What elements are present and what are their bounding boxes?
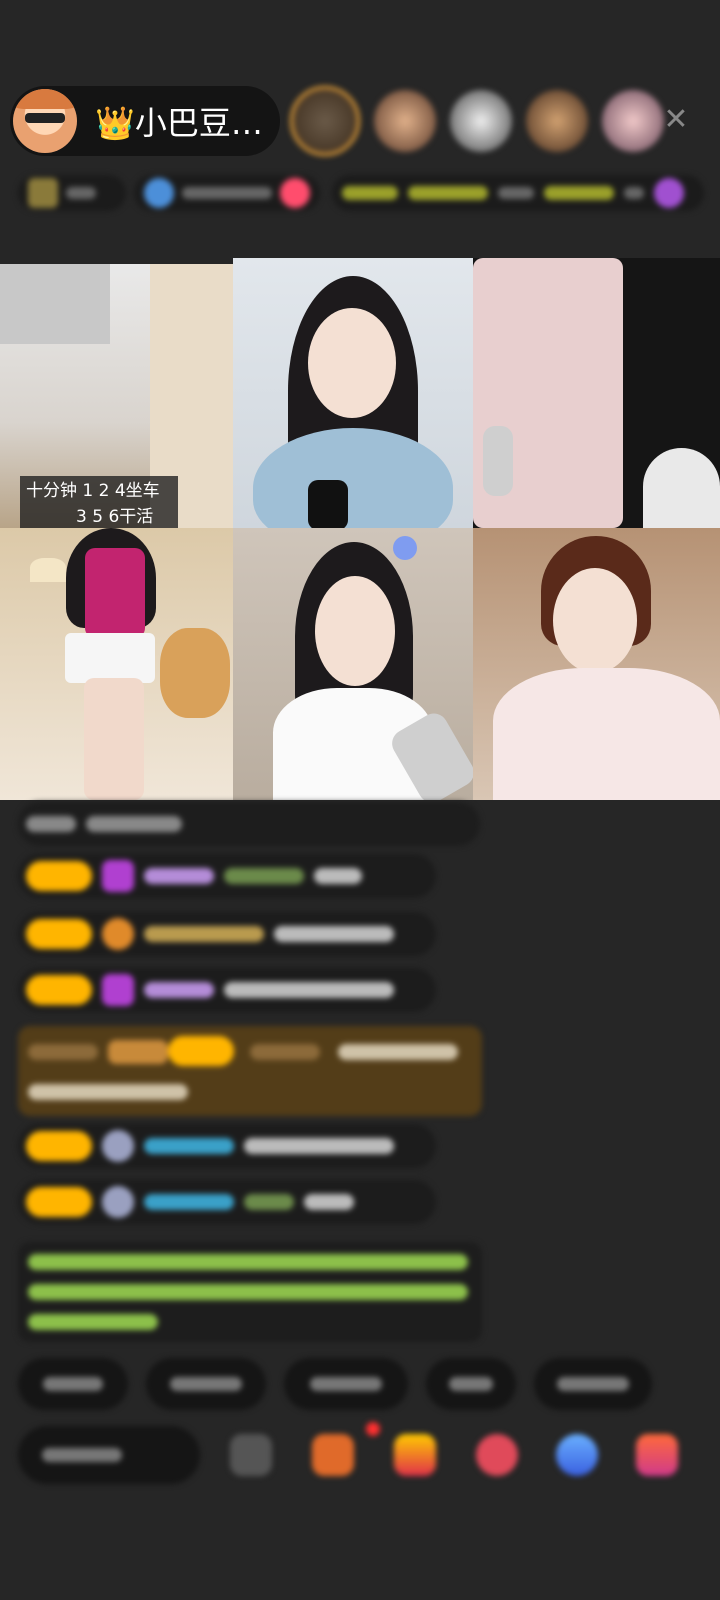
emoji-icon[interactable] [230,1434,272,1476]
viewer-avatar[interactable] [290,86,360,156]
gift-icon[interactable] [394,1434,436,1476]
room-info-row [18,170,704,216]
flower-hairpin [393,536,417,560]
caption-line: 3 5 6干活 [76,507,154,527]
level-badge [26,1187,92,1217]
notification-dot [366,1422,380,1436]
chair [643,448,720,528]
quick-phrase-button[interactable] [18,1358,128,1410]
caption-line: 十分钟 1 2 4坐车 [26,481,160,501]
chat-message[interactable] [18,912,436,956]
level-badge [168,1036,234,1066]
diamond-icon [102,860,134,892]
lamp [30,558,66,582]
video-tile-2[interactable] [233,258,473,528]
close-icon[interactable]: ✕ [656,100,696,140]
video-tile-5[interactable] [233,528,473,800]
chat-message[interactable] [18,1180,436,1224]
host-avatar[interactable] [13,89,77,153]
gift-message[interactable] [18,1026,482,1116]
fan-club-icon[interactable] [312,1434,354,1476]
video-tile-1[interactable]: 十分钟 1 2 4坐车 3 5 6干活 [0,264,233,528]
hot-icon [279,178,310,208]
present-icon[interactable] [476,1434,518,1476]
chat-message[interactable] [18,968,436,1012]
video-tile-3[interactable] [473,258,720,528]
viewer-avatar[interactable] [374,90,436,152]
chat-message[interactable] [18,802,480,846]
wall-picture [0,264,110,344]
user-avatar [102,1130,134,1162]
chat-input[interactable] [18,1426,200,1484]
multi-guest-video-grid: 十分钟 1 2 4坐车 3 5 6干活 [0,258,720,800]
quick-phrase-button[interactable] [284,1358,408,1410]
viewer-avatar[interactable] [450,90,512,152]
chat-message[interactable] [18,1124,436,1168]
teddy-bear [160,628,230,718]
level-badge [26,1131,92,1161]
fan-icon [102,918,134,950]
system-notice [18,1242,482,1342]
quick-phrase-button[interactable] [534,1358,652,1410]
host-info-pill[interactable]: 👑小巴豆… [10,86,280,156]
video-tile-4[interactable] [0,528,233,800]
trophy-icon [28,178,58,208]
chat-message[interactable] [18,854,436,898]
hot-tags-chip[interactable] [332,175,704,211]
host-name: 👑小巴豆… [95,104,263,142]
diamond-icon [102,974,134,1006]
top-viewers [290,84,664,158]
popularity-icon [143,178,174,208]
video-caption: 十分钟 1 2 4坐车 3 5 6干活 [20,476,178,528]
level-badge [26,919,92,949]
more-icon[interactable] [636,1434,678,1476]
chat-icon[interactable] [556,1434,598,1476]
microphone [483,426,513,496]
viewer-avatar[interactable] [602,90,664,152]
more-icon [654,178,685,208]
quick-phrase-row [18,1358,652,1410]
video-tile-6[interactable] [473,528,720,800]
user-avatar [102,1186,134,1218]
quick-phrase-button[interactable] [146,1358,266,1410]
viewer-avatar[interactable] [526,90,588,152]
popularity-chip[interactable] [133,175,321,211]
rank-chip[interactable] [18,175,126,211]
level-badge [26,861,92,891]
microphone [308,480,348,528]
bottom-toolbar [18,1422,718,1488]
level-badge [26,975,92,1005]
quick-phrase-button[interactable] [426,1358,516,1410]
